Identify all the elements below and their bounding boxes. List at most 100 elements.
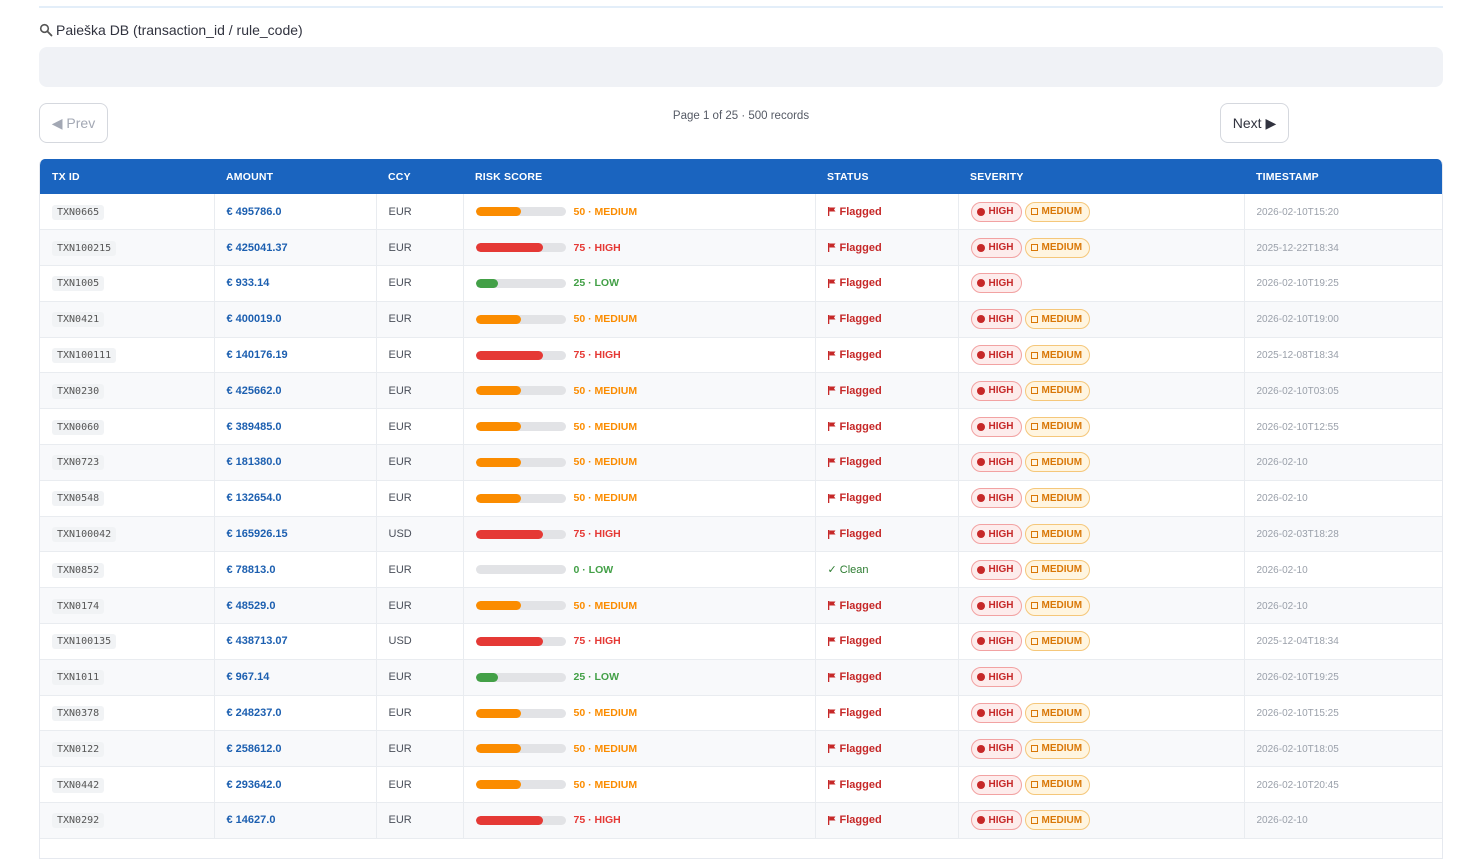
table-row[interactable]: TXN1005 € 933.14 EUR 25 · LOW Flagged HIGH 202… bbox=[40, 265, 1442, 302]
cell-ccy: EUR bbox=[376, 730, 464, 768]
table-row[interactable]: TXN0548 € 132654.0 EUR 50 · MEDIUM Flagged HI… bbox=[40, 480, 1442, 517]
currency: EUR bbox=[388, 707, 412, 720]
flag-icon bbox=[827, 744, 835, 754]
cell-timestamp: 2026-02-10 bbox=[1244, 444, 1442, 481]
tx-id[interactable]: TXN0442 bbox=[52, 777, 105, 793]
severity-badge-medium: MEDIUM bbox=[1024, 631, 1091, 652]
table-row[interactable]: TXN0378 € 248237.0 EUR 50 · MEDIUM Flagged HI… bbox=[40, 695, 1442, 732]
tx-id[interactable]: TXN0378 bbox=[52, 706, 105, 722]
tx-id[interactable]: TXN1005 bbox=[52, 276, 105, 292]
table-row[interactable]: TXN100042 € 165926.15 USD 75 · HIGH Flagged H… bbox=[40, 516, 1442, 553]
amount: € 933.14 bbox=[226, 277, 270, 290]
table-row[interactable]: TXN0852 € 78813.0 EUR 0 · LOW ✓ Clean HIGH MED… bbox=[40, 551, 1442, 589]
table-row[interactable]: TXN0060 € 389485.0 EUR 50 · MEDIUM Flagged HI… bbox=[40, 408, 1442, 446]
currency: EUR bbox=[388, 277, 412, 290]
table-row[interactable]: TXN0442 € 293642.0 EUR 50 · MEDIUM Flagged HI… bbox=[40, 766, 1442, 804]
timestamp: 2026-02-10T19:00 bbox=[1256, 314, 1339, 326]
cell-amount: € 400019.0 bbox=[214, 301, 377, 338]
col-header-timestamp[interactable]: TIMESTAMP bbox=[1244, 159, 1442, 194]
risk-bar-fill bbox=[475, 278, 498, 288]
cell-tx-id: TXN100042 bbox=[40, 516, 215, 553]
tx-id[interactable]: TXN0122 bbox=[52, 741, 105, 757]
col-header-risk-score[interactable]: RISK SCORE bbox=[463, 159, 815, 194]
cell-ccy: EUR bbox=[376, 229, 464, 267]
severity-label: HIGH bbox=[988, 707, 1014, 719]
tx-id[interactable]: TXN0174 bbox=[52, 598, 105, 614]
table-header-row: TX ID AMOUNT CCY RISK SCORE STATUS SEVER… bbox=[40, 159, 1442, 194]
severity-badge-high: HIGH bbox=[970, 559, 1022, 580]
risk-bar-fill bbox=[475, 457, 521, 467]
cell-risk-score: 75 · HIGH bbox=[463, 516, 816, 553]
cell-amount: € 495786.0 bbox=[214, 194, 377, 231]
amount: € 181380.0 bbox=[226, 456, 282, 469]
tx-id[interactable]: TXN0723 bbox=[52, 455, 105, 471]
tx-id[interactable]: TXN100042 bbox=[52, 527, 117, 543]
cell-amount: € 293642.0 bbox=[214, 766, 377, 804]
status-label: Flagged bbox=[839, 277, 882, 290]
tx-id[interactable]: TXN0665 bbox=[52, 204, 105, 220]
prev-button[interactable]: ◀ Prev bbox=[39, 103, 108, 143]
medium-square-icon bbox=[1030, 816, 1038, 824]
cell-severity: HIGH MEDIUM bbox=[958, 695, 1245, 732]
table-row[interactable]: TXN1011 € 967.14 EUR 25 · LOW Flagged HIGH 202… bbox=[40, 659, 1442, 696]
table-row[interactable]: TXN0230 € 425662.0 EUR 50 · MEDIUM Flagged HI… bbox=[40, 372, 1442, 410]
tx-id[interactable]: TXN100135 bbox=[52, 634, 117, 650]
cell-severity: HIGH MEDIUM bbox=[958, 337, 1245, 374]
search-label: Paieška DB (transaction_id / rule_code) bbox=[39, 20, 303, 40]
currency: EUR bbox=[388, 671, 412, 684]
col-header-tx-id[interactable]: TX ID bbox=[40, 159, 214, 194]
tx-id[interactable]: TXN0060 bbox=[52, 419, 105, 435]
next-button[interactable]: Next ▶ bbox=[1220, 103, 1289, 143]
high-dot-icon bbox=[976, 279, 985, 288]
tx-id[interactable]: TXN0548 bbox=[52, 491, 105, 507]
table-row[interactable]: TXN100135 € 438713.07 USD 75 · HIGH Flagged H… bbox=[40, 623, 1442, 660]
cell-severity: HIGH MEDIUM bbox=[958, 301, 1245, 338]
medium-square-icon bbox=[1030, 208, 1038, 216]
cell-tx-id: TXN100215 bbox=[40, 229, 215, 267]
table-row[interactable]: TXN0723 € 181380.0 EUR 50 · MEDIUM Flagged HI… bbox=[40, 444, 1442, 481]
table-row[interactable]: TXN100215 € 425041.37 EUR 75 · HIGH Flagged H… bbox=[40, 229, 1442, 267]
table-row[interactable]: TXN0174 € 48529.0 EUR 50 · MEDIUM Flagged HIG… bbox=[40, 587, 1442, 625]
table-row[interactable]: TXN0292 € 14627.0 EUR 75 · HIGH Flagged HIGH M… bbox=[40, 802, 1442, 839]
cell-amount: € 967.14 bbox=[214, 659, 377, 696]
table-row[interactable]: TXN0665 € 495786.0 EUR 50 · MEDIUM Flagged HI… bbox=[40, 194, 1442, 231]
flag-icon bbox=[827, 314, 835, 324]
cell-risk-score: 50 · MEDIUM bbox=[463, 730, 816, 768]
tx-id[interactable]: TXN1011 bbox=[52, 670, 105, 686]
col-header-status[interactable]: STATUS bbox=[815, 159, 958, 194]
cell-timestamp: 2026-02-10T18:05 bbox=[1244, 730, 1442, 768]
amount: € 78813.0 bbox=[226, 563, 276, 576]
timestamp: 2026-02-10T18:05 bbox=[1256, 743, 1339, 755]
col-header-ccy[interactable]: CCY bbox=[376, 159, 463, 194]
search-input[interactable] bbox=[39, 47, 1443, 87]
table-row[interactable]: TXN0421 € 400019.0 EUR 50 · MEDIUM Flagged HI… bbox=[40, 301, 1442, 338]
tx-id[interactable]: TXN100215 bbox=[52, 240, 117, 256]
flag-icon bbox=[827, 708, 835, 718]
amount: € 14627.0 bbox=[226, 814, 276, 827]
currency: EUR bbox=[388, 313, 412, 326]
table-row[interactable]: TXN100111 € 140176.19 EUR 75 · HIGH Flagged H… bbox=[40, 337, 1442, 374]
severity-badge-high: HIGH bbox=[970, 452, 1022, 473]
tx-id[interactable]: TXN0421 bbox=[52, 312, 105, 328]
severity-label: HIGH bbox=[988, 492, 1014, 504]
tx-id[interactable]: TXN0230 bbox=[52, 383, 105, 399]
cell-tx-id: TXN100135 bbox=[40, 623, 215, 660]
status-label: Flagged bbox=[839, 528, 882, 541]
severity-label: MEDIUM bbox=[1041, 421, 1083, 433]
tx-id[interactable]: TXN0292 bbox=[52, 813, 105, 829]
cell-ccy: EUR bbox=[376, 551, 464, 589]
severity-label: HIGH bbox=[988, 349, 1014, 361]
tx-id[interactable]: TXN0852 bbox=[52, 562, 105, 578]
col-header-amount[interactable]: AMOUNT bbox=[214, 159, 376, 194]
cell-status: Flagged bbox=[815, 516, 959, 553]
severity-label: MEDIUM bbox=[1041, 635, 1083, 647]
table-row[interactable]: TXN0122 € 258612.0 EUR 50 · MEDIUM Flagged HI… bbox=[40, 730, 1442, 768]
col-header-severity[interactable]: SEVERITY bbox=[958, 159, 1244, 194]
medium-square-icon bbox=[1030, 351, 1038, 359]
currency: EUR bbox=[388, 563, 412, 576]
amount: € 258612.0 bbox=[226, 742, 282, 755]
severity-badge-high: HIGH bbox=[970, 201, 1022, 222]
severity-badge-medium: MEDIUM bbox=[1024, 345, 1091, 366]
severity-label: HIGH bbox=[988, 600, 1014, 612]
tx-id[interactable]: TXN100111 bbox=[52, 348, 117, 364]
